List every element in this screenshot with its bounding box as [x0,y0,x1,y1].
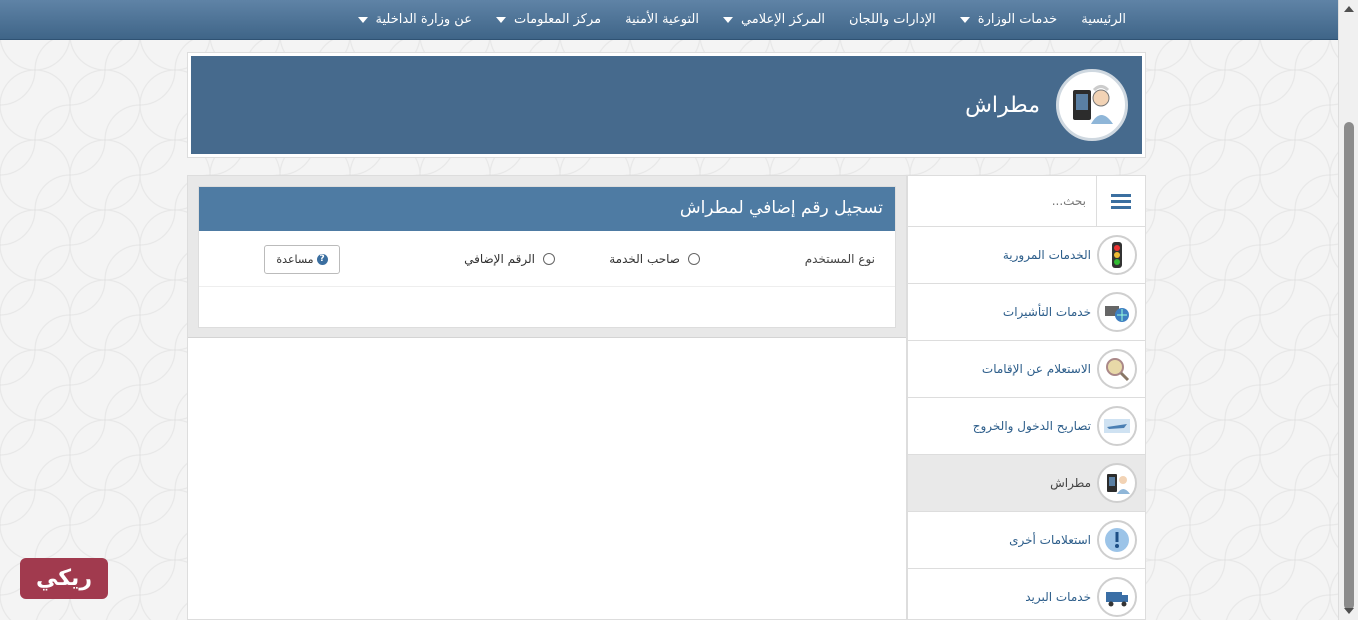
sidebar-item-permits[interactable]: تصاريح الدخول والخروج [908,398,1145,455]
nav-item-home[interactable]: الرئيسية [1081,12,1126,27]
search-input[interactable] [916,181,1096,221]
nav-item-security-awareness[interactable]: التوعية الأمنية [625,12,699,27]
sidebar-item-label: خدمات البريد [1025,590,1091,604]
radio-additional-number[interactable]: الرقم الإضافي [464,252,555,266]
nav-item-label: خدمات الوزارة [977,12,1058,27]
radio-circle[interactable] [543,252,555,265]
watermark-logo: ريكي [20,558,108,599]
mutrash-logo-icon [1056,69,1128,141]
sidebar-item-traffic[interactable]: الخدمات المرورية [908,227,1145,284]
exclamation-icon [1097,520,1137,560]
scroll-down-arrow-icon[interactable] [1344,608,1354,614]
nav-item-about[interactable]: عن وزارة الداخلية [357,12,472,27]
sidebar-item-mutrash[interactable]: مطراش [908,455,1145,512]
sidebar-search [908,176,1145,227]
caret-down-icon [357,16,368,23]
user-type-row: نوع المستخدم صاحب الخدمة الرقم الإضافي ?… [199,231,895,287]
sidebar-item-mail[interactable]: خدمات البريد [908,569,1145,619]
radio-label: صاحب الخدمة [609,251,680,266]
nav-item-ministry-services[interactable]: خدمات الوزارة [959,12,1058,27]
nav-item-label: التوعية الأمنية [625,12,699,27]
services-sidebar: الخدمات المرورية خدمات التأشيرات الاستعل… [907,175,1146,620]
sidebar-item-residency[interactable]: الاستعلام عن الإقامات [908,341,1145,398]
sidebar-item-label: استعلامات أخرى [1009,533,1091,547]
nav-item-info-center[interactable]: مركز المعلومات [495,12,602,27]
help-label: مساعدة [276,253,314,266]
mail-truck-icon [1097,577,1137,617]
form-area: تسجيل رقم إضافي لمطراش نوع المستخدم صاحب… [188,176,906,338]
hamburger-menu-icon[interactable] [1096,176,1145,226]
traffic-light-icon [1097,235,1137,275]
nav-item-label: عن وزارة الداخلية [375,12,472,27]
caret-down-icon [722,16,733,23]
radio-service-owner[interactable]: صاحب الخدمة [609,252,700,266]
main-content: تسجيل رقم إضافي لمطراش نوع المستخدم صاحب… [187,175,907,620]
sidebar-item-label: خدمات التأشيرات [1002,305,1091,319]
form-title: تسجيل رقم إضافي لمطراش [199,187,895,231]
mutrash-icon [1097,463,1137,503]
nav-item-label: مركز المعلومات [513,12,602,27]
visa-icon [1097,292,1137,332]
nav-item-label: الرئيسية [1081,12,1126,27]
magnifier-icon [1097,349,1137,389]
page-title: مطراش [965,92,1040,118]
sidebar-item-label: الاستعلام عن الإقامات [981,362,1091,376]
sidebar-item-other-inquiries[interactable]: استعلامات أخرى [908,512,1145,569]
nav-item-label: المركز الإعلامي [740,12,826,27]
user-type-label: نوع المستخدم [804,251,875,266]
form-card: تسجيل رقم إضافي لمطراش نوع المستخدم صاحب… [198,186,896,328]
scrollbar-thumb[interactable] [1344,122,1354,610]
sidebar-item-visas[interactable]: خدمات التأشيرات [908,284,1145,341]
sidebar-item-label: الخدمات المرورية [1002,248,1091,262]
sidebar-item-label: تصاريح الدخول والخروج [972,419,1091,433]
top-navigation: الرئيسية خدمات الوزارة الإدارات واللجان … [0,0,1338,40]
form-body: نوع المستخدم صاحب الخدمة الرقم الإضافي ?… [199,231,895,327]
scroll-up-arrow-icon[interactable] [1344,6,1354,12]
radio-label: الرقم الإضافي [464,251,535,266]
help-button[interactable]: ? مساعدة [264,245,340,274]
nav-item-departments[interactable]: الإدارات واللجان [849,12,936,27]
nav-item-label: الإدارات واللجان [849,12,936,27]
banner-inner: مطراش [191,56,1142,154]
caret-down-icon [495,16,506,23]
radio-circle[interactable] [688,252,700,265]
page-banner: مطراش [187,52,1146,158]
question-icon: ? [316,254,328,265]
nav-item-media-center[interactable]: المركز الإعلامي [722,12,826,27]
sidebar-item-label: مطراش [1050,476,1091,490]
airplane-icon [1097,406,1137,446]
caret-down-icon [959,16,970,23]
page-scrollbar[interactable] [1338,0,1358,620]
